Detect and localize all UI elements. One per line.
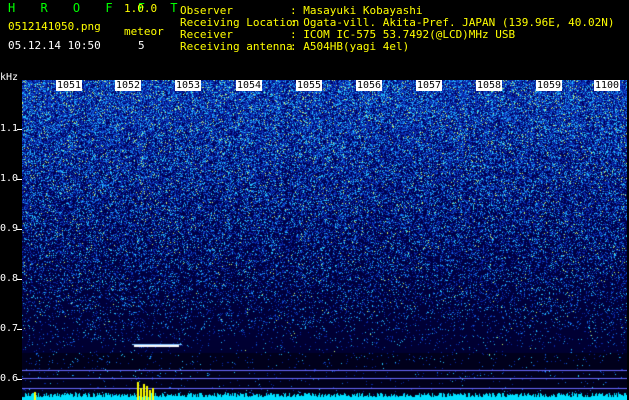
y-tick	[17, 129, 22, 130]
y-label-0-9: 0.9	[0, 223, 19, 234]
y-tick	[17, 379, 22, 380]
y-axis-unit: kHz	[0, 72, 19, 83]
y-label-1-0: 1.0	[0, 173, 19, 184]
y-tick	[17, 279, 22, 280]
y-tick	[17, 229, 22, 230]
y-label-0-6: 0.6	[0, 373, 19, 384]
time-label-1058: 1058	[476, 80, 503, 91]
time-label-1055: 1055	[296, 80, 323, 91]
time-label-1059: 1059	[536, 80, 563, 91]
info-value-antenna: : A504HB(yagi 4el)	[290, 40, 410, 53]
info-label-antenna: Receiving antenna	[180, 40, 293, 53]
image-filename: 0512141050.png	[8, 20, 101, 33]
meteor-count: 5	[138, 39, 145, 52]
y-label-0-7: 0.7	[0, 323, 19, 334]
time-label-1056: 1056	[356, 80, 383, 91]
y-tick	[17, 179, 22, 180]
observation-datetime: 05.12.14 10:50	[8, 39, 101, 52]
y-tick	[17, 329, 22, 330]
app-version: 1.0.0	[124, 2, 158, 15]
hroft-window: { "header": { "app_name": "H R O F F T",…	[0, 0, 629, 400]
meteor-label: meteor	[124, 25, 164, 38]
app-name: H R O F F T	[8, 1, 187, 15]
time-label-1052: 1052	[115, 80, 142, 91]
time-label-1057: 1057	[416, 80, 443, 91]
y-label-1-1: 1.1	[0, 123, 19, 134]
time-label-1053: 1053	[175, 80, 202, 91]
time-label-1051: 1051	[56, 80, 83, 91]
spectrogram-plot	[22, 80, 627, 400]
time-label-1054: 1054	[236, 80, 263, 91]
time-label-1100: 1100	[594, 80, 621, 91]
y-label-0-8: 0.8	[0, 273, 19, 284]
